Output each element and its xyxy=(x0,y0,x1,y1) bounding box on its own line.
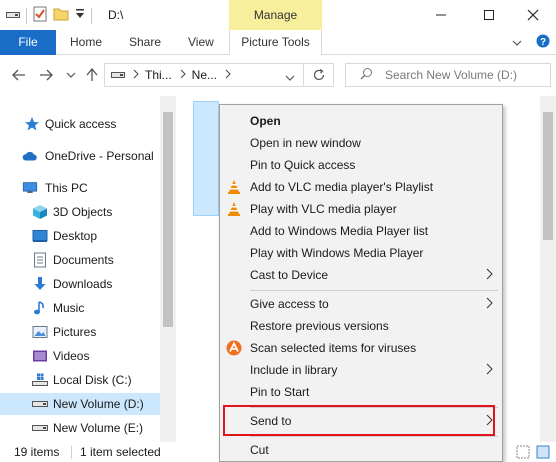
content-scroll-thumb[interactable] xyxy=(543,112,553,240)
menu-item-cast-to-device[interactable]: Cast to Device xyxy=(221,264,501,286)
menu-separator xyxy=(250,436,498,437)
tab-share[interactable]: Share xyxy=(129,30,161,55)
nav-item-videos[interactable]: Videos xyxy=(0,345,160,367)
menu-item-scan-viruses[interactable]: Scan selected items for viruses xyxy=(221,337,501,359)
svg-text:?: ? xyxy=(540,37,546,48)
nav-item-pictures[interactable]: Pictures xyxy=(0,321,160,343)
menu-item-cut[interactable]: Cut xyxy=(221,439,501,461)
properties-icon[interactable] xyxy=(33,6,47,25)
chevron-right-icon xyxy=(180,68,186,82)
documents-icon xyxy=(32,252,48,268)
menu-item-include-library[interactable]: Include in library xyxy=(221,359,501,381)
nav-item-documents[interactable]: Documents xyxy=(0,249,160,271)
avast-icon xyxy=(226,340,242,356)
menu-item-open-new-window[interactable]: Open in new window xyxy=(221,132,501,154)
drive-icon xyxy=(32,396,48,412)
tab-file[interactable]: File xyxy=(0,30,56,55)
music-icon xyxy=(32,300,48,316)
search-icon xyxy=(360,67,373,83)
cube-icon xyxy=(32,204,48,220)
download-icon xyxy=(32,276,48,292)
chevron-right-icon xyxy=(486,297,493,312)
cloud-icon xyxy=(22,148,38,164)
windows-drive-icon xyxy=(32,372,48,388)
quick-access-toolbar xyxy=(6,6,92,25)
nav-item-local-disk-c[interactable]: Local Disk (C:) xyxy=(0,369,160,391)
menu-item-give-access[interactable]: Give access to xyxy=(221,293,501,315)
vlc-icon xyxy=(226,201,242,217)
drive-icon xyxy=(32,420,48,436)
new-folder-icon[interactable] xyxy=(53,7,69,24)
menu-item-add-vlc-playlist[interactable]: Add to VLC media player's Playlist xyxy=(221,176,501,198)
maximize-button[interactable] xyxy=(466,0,512,30)
recent-locations-button[interactable] xyxy=(62,66,80,84)
ribbon-tabs: File Home Share View Picture Tools ? xyxy=(0,30,556,55)
menu-item-play-wmp[interactable]: Play with Windows Media Player xyxy=(221,242,501,264)
chevron-right-icon xyxy=(486,363,493,378)
nav-item-desktop[interactable]: Desktop xyxy=(0,225,160,247)
menu-item-add-wmp-list[interactable]: Add to Windows Media Player list xyxy=(221,220,501,242)
large-icons-view-icon[interactable] xyxy=(536,445,550,462)
nav-item-new-volume-d[interactable]: New Volume (D:) xyxy=(0,393,160,415)
menu-item-pin-start[interactable]: Pin to Start xyxy=(221,381,501,403)
send-to-highlight-box xyxy=(223,405,495,436)
window-title: D:\ xyxy=(108,8,124,22)
nav-item-3d-objects[interactable]: 3D Objects xyxy=(0,201,160,223)
navigation-pane: Quick access OneDrive - Personal This PC… xyxy=(0,96,176,442)
drive-icon xyxy=(111,68,125,82)
back-button[interactable] xyxy=(10,66,28,84)
manage-contextual-tab[interactable]: Manage xyxy=(229,0,322,31)
status-item-count: 19 items xyxy=(14,445,60,459)
drive-icon xyxy=(6,9,20,23)
menu-item-pin-quick-access[interactable]: Pin to Quick access xyxy=(221,154,501,176)
address-bar[interactable]: Thi... Ne... xyxy=(104,63,304,87)
pictures-icon xyxy=(32,324,48,340)
breadcrumb-new-volume[interactable]: Ne... xyxy=(192,68,217,82)
minimize-button[interactable] xyxy=(418,0,464,30)
computer-icon xyxy=(22,180,38,196)
nav-pane-scroll-thumb[interactable] xyxy=(163,112,173,327)
nav-item-onedrive[interactable]: OneDrive - Personal xyxy=(0,145,160,167)
selected-file-thumbnail[interactable] xyxy=(193,101,219,216)
nav-item-downloads[interactable]: Downloads xyxy=(0,273,160,295)
close-button[interactable] xyxy=(510,0,556,30)
search-placeholder: Search New Volume (D:) xyxy=(385,68,518,82)
help-icon[interactable]: ? xyxy=(536,34,550,51)
customize-qat-icon[interactable] xyxy=(75,8,85,23)
videos-icon xyxy=(32,348,48,364)
breadcrumb-this-pc[interactable]: Thi... xyxy=(145,68,172,82)
chevron-right-icon xyxy=(133,68,139,82)
expand-ribbon-icon[interactable] xyxy=(512,36,522,50)
details-view-icon[interactable] xyxy=(516,445,530,462)
menu-item-play-vlc[interactable]: Play with VLC media player xyxy=(221,198,501,220)
title-bar: D:\ Manage xyxy=(0,0,556,31)
nav-item-music[interactable]: Music xyxy=(0,297,160,319)
address-dropdown-icon[interactable] xyxy=(285,71,295,85)
desktop-icon xyxy=(32,228,48,244)
forward-button[interactable] xyxy=(37,66,55,84)
menu-item-restore-versions[interactable]: Restore previous versions xyxy=(221,315,501,337)
up-button[interactable] xyxy=(83,66,101,84)
chevron-right-icon xyxy=(486,268,493,283)
address-row: Thi... Ne... Search New Volume (D:) xyxy=(0,56,556,94)
refresh-button[interactable] xyxy=(304,63,334,87)
search-input[interactable]: Search New Volume (D:) xyxy=(345,63,551,87)
nav-item-quick-access[interactable]: Quick access xyxy=(0,113,160,135)
tab-view[interactable]: View xyxy=(188,30,214,55)
nav-item-this-pc[interactable]: This PC xyxy=(0,177,160,199)
menu-item-open[interactable]: Open xyxy=(221,110,501,132)
tab-picture-tools[interactable]: Picture Tools xyxy=(229,30,322,55)
chevron-right-icon xyxy=(225,68,231,82)
tab-home[interactable]: Home xyxy=(70,30,102,55)
vlc-icon xyxy=(226,179,242,195)
star-icon xyxy=(24,116,40,132)
nav-item-new-volume-e[interactable]: New Volume (E:) xyxy=(0,417,160,439)
status-selection: 1 item selected xyxy=(80,445,161,459)
menu-separator xyxy=(250,290,498,291)
